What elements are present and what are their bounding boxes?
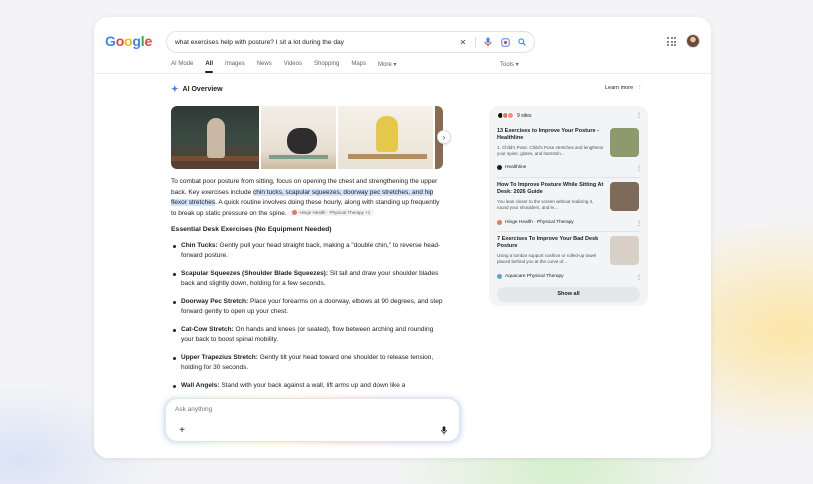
intro-paragraph: To combat poor posture from sitting, foc… <box>171 177 443 219</box>
logo-letter: o <box>124 33 133 49</box>
exercise-list: Chin Tucks: Gently pull your head straig… <box>171 241 443 392</box>
microphone-icon[interactable] <box>441 426 447 437</box>
card-divider <box>497 231 640 232</box>
source-card-site-name: Hinge Health · Physical Therapy <box>505 220 574 225</box>
lens-icon[interactable] <box>500 37 510 47</box>
exercise-name: Upper Trapezius Stretch: <box>181 353 258 361</box>
exercise-name: Doorway Pec Stretch: <box>181 297 249 305</box>
search-tabs: AI Mode All Images News Videos Shopping … <box>171 61 408 73</box>
browser-window: Google what exercises help with posture?… <box>94 17 711 458</box>
exercise-name: Cat-Cow Stretch: <box>181 325 234 333</box>
ai-overview-title: AI Overview <box>182 86 223 93</box>
voice-search-icon[interactable] <box>483 37 493 47</box>
source-card-site-name: Healthline <box>505 165 527 170</box>
source-card[interactable]: How To Improve Posture While Sitting At … <box>489 182 648 230</box>
site-favicon-icon <box>507 112 514 119</box>
image-carousel <box>171 106 443 169</box>
ask-input[interactable]: Ask anything <box>175 406 212 413</box>
source-card-snippet: You lean closer to the screen without re… <box>497 199 594 210</box>
list-item: Scapular Squeezes (Shoulder Blade Squeez… <box>171 269 443 290</box>
more-options-icon[interactable]: ⋮ <box>636 112 642 119</box>
logo-letter: e <box>144 33 153 49</box>
logo-letter: G <box>105 33 116 49</box>
sources-header[interactable]: 9 sites <box>497 112 531 119</box>
ai-overview-header: ✦ AI Overview <box>171 84 223 95</box>
source-card-snippet: Using a lumbar support cushion or rolled… <box>497 253 597 264</box>
source-card-thumbnail <box>610 236 639 265</box>
search-input[interactable]: what exercises help with posture? I sit … <box>175 39 458 46</box>
logo-letter: g <box>132 33 141 49</box>
clear-icon[interactable]: ✕ <box>458 37 468 47</box>
sparkle-icon: ✦ <box>171 84 179 94</box>
tab-news[interactable]: News <box>257 61 272 68</box>
tab-videos[interactable]: Videos <box>284 61 302 68</box>
chevron-right-icon: › <box>442 132 446 142</box>
list-item: Doorway Pec Stretch: Place your forearms… <box>171 297 443 318</box>
section-title: Essential Desk Exercises (No Equipment N… <box>171 226 332 233</box>
source-card-site: Healthline <box>497 165 526 170</box>
more-options-icon[interactable]: ⋮ <box>636 165 642 172</box>
tab-more[interactable]: More ▾ <box>378 61 396 68</box>
more-options-icon[interactable]: ⋮ <box>636 220 642 227</box>
source-card-snippet: 1. Child's Pose. Child's Pose stretches … <box>497 145 604 156</box>
source-card[interactable]: 7 Exercises To Improve Your Bad Desk Pos… <box>489 236 648 284</box>
source-card-site-name: Aquacare Physical Therapy <box>505 274 564 279</box>
tools-button[interactable]: Tools ▾ <box>500 61 519 68</box>
avatar[interactable] <box>686 34 700 48</box>
sites-count: 9 sites <box>517 112 532 119</box>
source-favicon-icon <box>292 209 298 215</box>
search-box[interactable]: what exercises help with posture? I sit … <box>166 31 535 53</box>
site-favicon-icon <box>497 165 502 170</box>
learn-more-label: Learn more <box>605 85 634 91</box>
source-chip-label: Hinge Health · Physical Therapy +1 <box>299 209 371 215</box>
tab-maps[interactable]: Maps <box>351 61 366 68</box>
plus-icon[interactable]: + <box>176 425 188 437</box>
ai-overview-body: To combat poor posture from sitting, foc… <box>171 177 443 398</box>
source-card-thumbnail <box>610 182 639 211</box>
exercise-text: Gently pull your head straight back, mak… <box>181 241 441 260</box>
logo-letter: o <box>115 33 125 49</box>
source-card-title[interactable]: How To Improve Posture While Sitting At … <box>497 182 605 196</box>
carousel-next-button[interactable]: › <box>437 130 451 144</box>
tab-ai-mode[interactable]: AI Mode <box>171 61 193 68</box>
exercise-name: Chin Tucks: <box>181 241 218 249</box>
list-item: Cat-Cow Stretch: On hands and knees (or … <box>171 325 443 346</box>
ask-box[interactable]: Ask anything + <box>165 398 460 442</box>
header-divider <box>94 73 711 74</box>
list-item: Chin Tucks: Gently pull your head straig… <box>171 241 443 262</box>
carousel-image[interactable] <box>171 106 260 169</box>
search-divider <box>475 36 476 48</box>
tab-all[interactable]: All <box>205 61 213 73</box>
source-chip[interactable]: Hinge Health · Physical Therapy +1 <box>288 208 375 216</box>
sources-panel: 9 sites ⋮ 13 Exercises to Improve Your P… <box>489 106 648 306</box>
card-divider <box>497 177 640 178</box>
show-all-button[interactable]: Show all <box>497 287 640 302</box>
more-options-icon[interactable]: ⋮ <box>636 274 642 281</box>
carousel-image[interactable] <box>261 106 336 169</box>
source-card[interactable]: 13 Exercises to Improve Your Posture - H… <box>489 128 648 176</box>
exercise-name: Scapular Squeezes (Shoulder Blade Squeez… <box>181 269 329 277</box>
search-icon[interactable] <box>517 37 527 47</box>
source-card-title[interactable]: 13 Exercises to Improve Your Posture - H… <box>497 128 605 142</box>
tab-shopping[interactable]: Shopping <box>314 61 339 68</box>
google-logo[interactable]: Google <box>105 33 152 49</box>
list-item: Upper Trapezius Stretch: Gently tilt you… <box>171 353 443 374</box>
apps-grid-icon[interactable] <box>667 37 676 46</box>
source-card-title[interactable]: 7 Exercises To Improve Your Bad Desk Pos… <box>497 236 605 250</box>
source-card-thumbnail <box>610 128 639 157</box>
tab-images[interactable]: Images <box>225 61 245 68</box>
carousel-image[interactable] <box>337 106 434 169</box>
site-favicon-icon <box>497 274 502 279</box>
site-favicon-icon <box>497 220 502 225</box>
source-card-site: Hinge Health · Physical Therapy <box>497 220 574 225</box>
learn-more-button[interactable]: Learn more ⋮ <box>605 85 643 91</box>
source-card-site: Aquacare Physical Therapy <box>497 274 564 279</box>
more-options-icon[interactable]: ⋮ <box>637 85 643 91</box>
